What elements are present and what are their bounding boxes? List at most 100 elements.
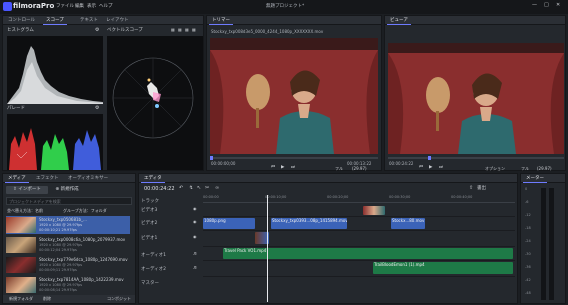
view-grid-icon[interactable]: ▦	[171, 28, 175, 32]
trimmer-playhead[interactable]	[210, 156, 213, 160]
clip-mov1[interactable]: Stockxy_txp0393...08p_1415894.mov	[271, 218, 347, 229]
trimmer-title: トリマー	[209, 17, 233, 25]
import-button[interactable]: ⇧ インポート	[6, 186, 48, 194]
viewer-fit[interactable]: フル	[521, 167, 529, 171]
tab-audio-mixer[interactable]: オーディオミキサー	[65, 175, 111, 183]
eye-icon[interactable]: ◉	[193, 235, 197, 239]
parade-display	[7, 114, 103, 170]
view-grid-icon[interactable]: ▦	[185, 28, 189, 32]
maximize-icon[interactable]: □	[544, 3, 549, 8]
skip-back-icon[interactable]: ⏮	[271, 165, 275, 171]
clip-png[interactable]: 1080p.png	[203, 218, 255, 229]
speaker-icon[interactable]: ♬	[193, 266, 197, 270]
media-name: Stockxy_txp050681b_...	[39, 217, 87, 222]
list-item[interactable]: Stockxy_txp050681b_... 1920 x 1080 @ 29.…	[6, 216, 130, 234]
viewer-scrubber[interactable]	[388, 156, 564, 160]
skip-back-icon[interactable]: ⏮	[419, 165, 423, 171]
viewer-tabbar: ビューア	[385, 16, 565, 25]
new-folder-button[interactable]: 新規フォルダ	[9, 297, 33, 301]
list-item[interactable]: Stockxy_txp7814AA_1080p_1422239.mov 1920…	[6, 276, 130, 294]
vectorscope-display	[107, 36, 203, 170]
close-icon[interactable]: ✕	[556, 3, 560, 8]
media-meta: 00:00:08;14 29.97fps	[39, 288, 77, 292]
meter-tick: -6	[525, 200, 529, 204]
track-video2: ビデオ2	[141, 221, 158, 226]
search-input[interactable]: プロジェクトメディアを検索	[6, 197, 132, 205]
clip-audio2[interactable]: TrailBloodEmon1 (1).mp4	[373, 262, 513, 274]
viewer-playhead[interactable]	[428, 156, 431, 160]
tab-controls[interactable]: コントロール	[5, 17, 38, 25]
tab-media[interactable]: メディア	[5, 175, 29, 183]
media-tabbar: メディア エフェクト オーディオミキサー	[3, 174, 135, 183]
export-icon[interactable]: ⇧	[469, 186, 473, 191]
trimmer-video	[210, 38, 378, 154]
clip-video3[interactable]	[363, 206, 385, 215]
trimmer-fit[interactable]: フル	[335, 167, 343, 171]
trimmer-tabbar: トリマー	[207, 16, 381, 25]
tab-effects[interactable]: エフェクト	[33, 175, 62, 183]
composite-button[interactable]: コンポジット	[107, 297, 131, 301]
play-icon[interactable]: ▶	[429, 165, 432, 171]
export-button[interactable]: 書出	[477, 186, 486, 192]
menu-help[interactable]: ヘルプ	[99, 4, 113, 10]
clip-mov2[interactable]: Stockx...80.mov	[391, 218, 425, 229]
ruler-label: 00:00:00	[203, 195, 219, 199]
view-grid-icon[interactable]: ▦	[178, 28, 182, 32]
import-icon: ⇧	[13, 187, 17, 192]
trimmer-fps: (29.97)	[352, 166, 367, 171]
menu-view[interactable]: 表示	[87, 4, 96, 10]
scopes-tabbar: コントロール スコープ テキスト レイアウト	[3, 16, 203, 25]
app-logo-icon	[3, 2, 12, 11]
eye-icon[interactable]: ◉	[193, 220, 197, 224]
lane-divider	[203, 230, 515, 231]
timeline-playhead[interactable]	[267, 195, 268, 302]
viewer-title: ビューア	[387, 17, 411, 25]
eye-icon[interactable]: ◉	[193, 207, 197, 211]
parade-menu-icon[interactable]: ⚙	[95, 106, 99, 111]
skip-forward-icon[interactable]: ⏭	[291, 165, 295, 171]
group-dropdown[interactable]: グループ方法：フォルダ	[63, 209, 107, 213]
editor-tabbar: エディタ	[139, 174, 517, 183]
view-grid-icon[interactable]: ▦	[192, 28, 196, 32]
media-name: Stockxy_txp0008c6a_1080p_2079937.mov	[39, 237, 126, 242]
minimize-icon[interactable]: —	[532, 3, 537, 8]
link-icon[interactable]: ∞	[215, 186, 219, 191]
scopes-panel: コントロール スコープ テキスト レイアウト ヒストグラム ⚙ ベクトルスコープ…	[2, 15, 204, 171]
snap-icon[interactable]: ↯	[189, 186, 193, 191]
media-meta: 00:00:09;11 29.97fps	[39, 268, 77, 272]
tab-scopes[interactable]: スコープ	[43, 17, 67, 25]
meter-tick: 0	[525, 187, 528, 191]
ruler-label: 00:00:20;00	[327, 195, 349, 199]
list-item[interactable]: Stockxy_txp779e6dca_1080p_1247690.mov 19…	[6, 256, 130, 274]
trimmer-filename: Stockxy_txp008d3e5_0000_4244_1080p_XXXXX…	[211, 29, 324, 34]
list-item[interactable]: Stockxy_txp0008c6a_1080p_2079937.mov 192…	[6, 236, 130, 254]
speaker-icon[interactable]: ♬	[193, 252, 197, 256]
select-tool-icon[interactable]: ↖	[197, 186, 201, 191]
skip-forward-icon[interactable]: ⏭	[439, 165, 443, 171]
play-icon[interactable]: ▶	[281, 165, 284, 171]
menu-edit[interactable]: 編集	[75, 4, 84, 10]
razor-icon[interactable]: ✂	[205, 186, 209, 191]
ruler-label: 00:00:10;00	[265, 195, 287, 199]
sort-dropdown[interactable]: 並べ替え方法：名前	[7, 209, 43, 213]
new-button[interactable]: ⊕ 新規作成	[50, 186, 84, 194]
meter-tick: -48	[525, 291, 531, 295]
undo-icon[interactable]: ↶	[179, 186, 183, 191]
media-thumbnail	[6, 277, 36, 293]
ruler-label: 00:00:40;00	[451, 195, 473, 199]
tab-layout[interactable]: レイアウト	[103, 17, 132, 25]
tab-text[interactable]: テキスト	[77, 17, 101, 25]
meter-tick: -36	[525, 265, 531, 269]
new-label: 新規作成	[60, 187, 79, 192]
trimmer-scrubber[interactable]	[210, 156, 378, 160]
project-title: 無題プロジェクト*	[266, 4, 305, 9]
delete-button[interactable]: 削除	[43, 297, 51, 301]
histogram-menu-icon[interactable]: ⚙	[95, 28, 99, 33]
menu-file[interactable]: ファイル	[56, 4, 74, 10]
track-audio2: オーディオ2	[141, 267, 167, 272]
histogram-display	[7, 36, 103, 104]
media-footer: 新規フォルダ 削除 コンポジット	[3, 295, 135, 303]
viewer-options[interactable]: オプション	[485, 167, 505, 171]
timeline-ruler[interactable]: 00:00:00 00:00:10;00 00:00:20;00 00:00:3…	[203, 195, 515, 203]
lane-divider	[203, 216, 515, 217]
